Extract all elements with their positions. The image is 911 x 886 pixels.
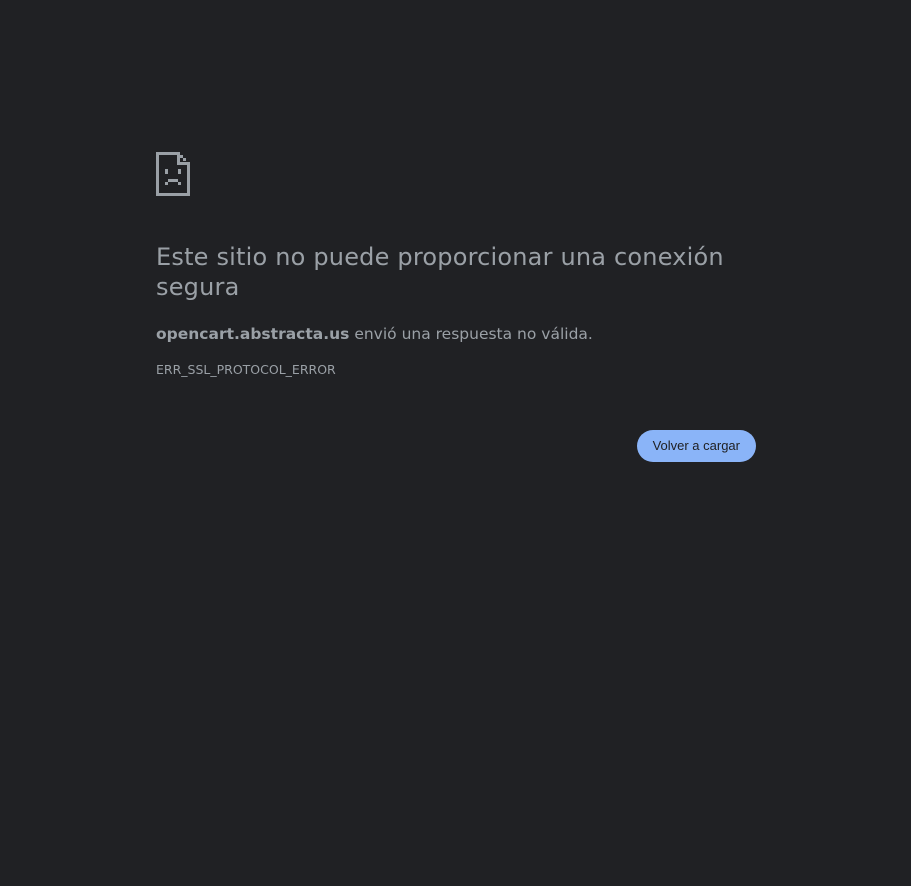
- sad-document-icon: [156, 152, 190, 196]
- error-message: envió una respuesta no válida.: [349, 325, 593, 343]
- error-code: ERR_SSL_PROTOCOL_ERROR: [156, 362, 336, 377]
- button-row: Volver a cargar: [156, 430, 756, 462]
- error-page: Este sitio no puede proporcionar una con…: [156, 152, 756, 462]
- page-title: Este sitio no puede proporcionar una con…: [156, 243, 724, 301]
- reload-button[interactable]: Volver a cargar: [636, 430, 756, 462]
- error-summary: opencart.abstracta.us envió una respuest…: [156, 324, 756, 344]
- host-name: opencart.abstracta.us: [156, 325, 350, 343]
